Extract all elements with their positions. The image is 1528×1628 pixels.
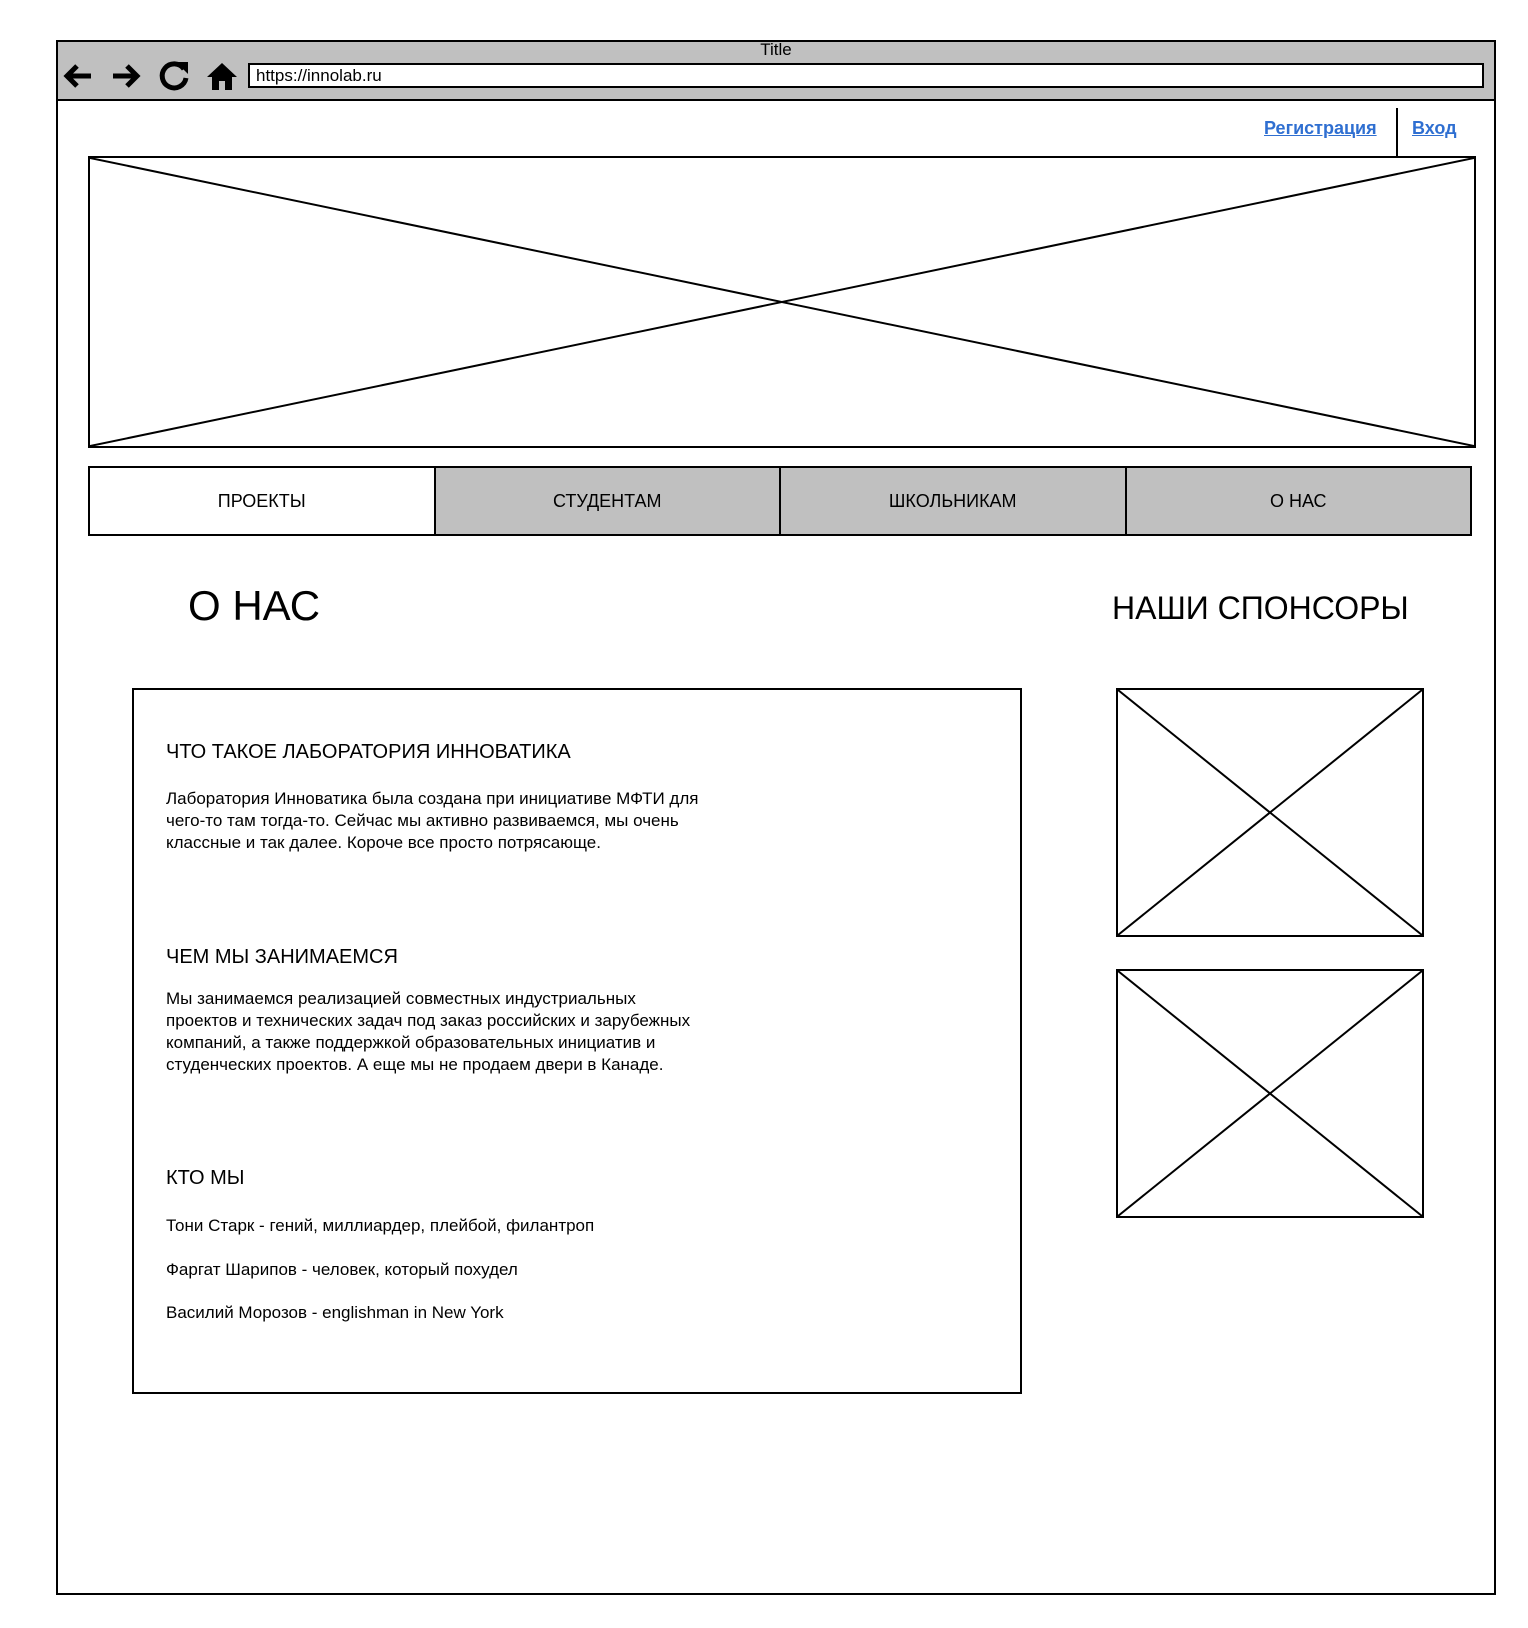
address-bar[interactable]: https://innolab.ru xyxy=(248,63,1484,88)
image-placeholder-icon xyxy=(1118,690,1422,935)
team-member: Фаргат Шарипов - человек, который похуде… xyxy=(166,1260,518,1279)
section-heading-what-we-do: ЧЕМ МЫ ЗАНИМАЕМСЯ xyxy=(166,946,398,968)
sponsor-logo-placeholder xyxy=(1116,688,1424,937)
tab-schoolchildren[interactable]: ШКОЛЬНИКАМ xyxy=(779,468,1125,534)
image-placeholder-icon xyxy=(90,158,1474,446)
section-heading-who-we-are: КТО МЫ xyxy=(166,1167,245,1189)
window-title: Title xyxy=(760,40,792,59)
team-member: Василий Морозов - englishman in New York xyxy=(166,1303,504,1322)
section-text-what-we-do: Мы занимаемся реализацией совместных инд… xyxy=(166,989,691,1074)
sponsors-title: НАШИ СПОНСОРЫ xyxy=(1112,590,1409,626)
section-heading-what-is: ЧТО ТАКОЕ ЛАБОРАТОРИЯ ИННОВАТИКА xyxy=(166,741,571,763)
register-link[interactable]: Регистрация xyxy=(1264,118,1377,139)
tab-projects[interactable]: ПРОЕКТЫ xyxy=(90,468,434,534)
main-nav-tabs: ПРОЕКТЫ СТУДЕНТАМ ШКОЛЬНИКАМ О НАС xyxy=(88,466,1472,536)
team-member: Тони Старк - гений, миллиардер, плейбой,… xyxy=(166,1216,595,1235)
arrow-right-icon[interactable] xyxy=(108,58,144,94)
arrow-left-icon[interactable] xyxy=(60,58,96,94)
page-title: О НАС xyxy=(188,582,321,629)
reload-icon[interactable] xyxy=(156,58,192,94)
tab-about[interactable]: О НАС xyxy=(1124,468,1470,534)
banner-image-placeholder xyxy=(88,156,1476,448)
login-link[interactable]: Вход xyxy=(1412,118,1457,139)
image-placeholder-icon xyxy=(1118,971,1422,1216)
home-icon[interactable] xyxy=(204,58,240,94)
auth-separator xyxy=(1396,108,1398,156)
sponsor-logo-placeholder xyxy=(1116,969,1424,1218)
section-text-what-is: Лаборатория Инноватика была создана при … xyxy=(166,789,699,852)
tab-students[interactable]: СТУДЕНТАМ xyxy=(433,468,779,534)
